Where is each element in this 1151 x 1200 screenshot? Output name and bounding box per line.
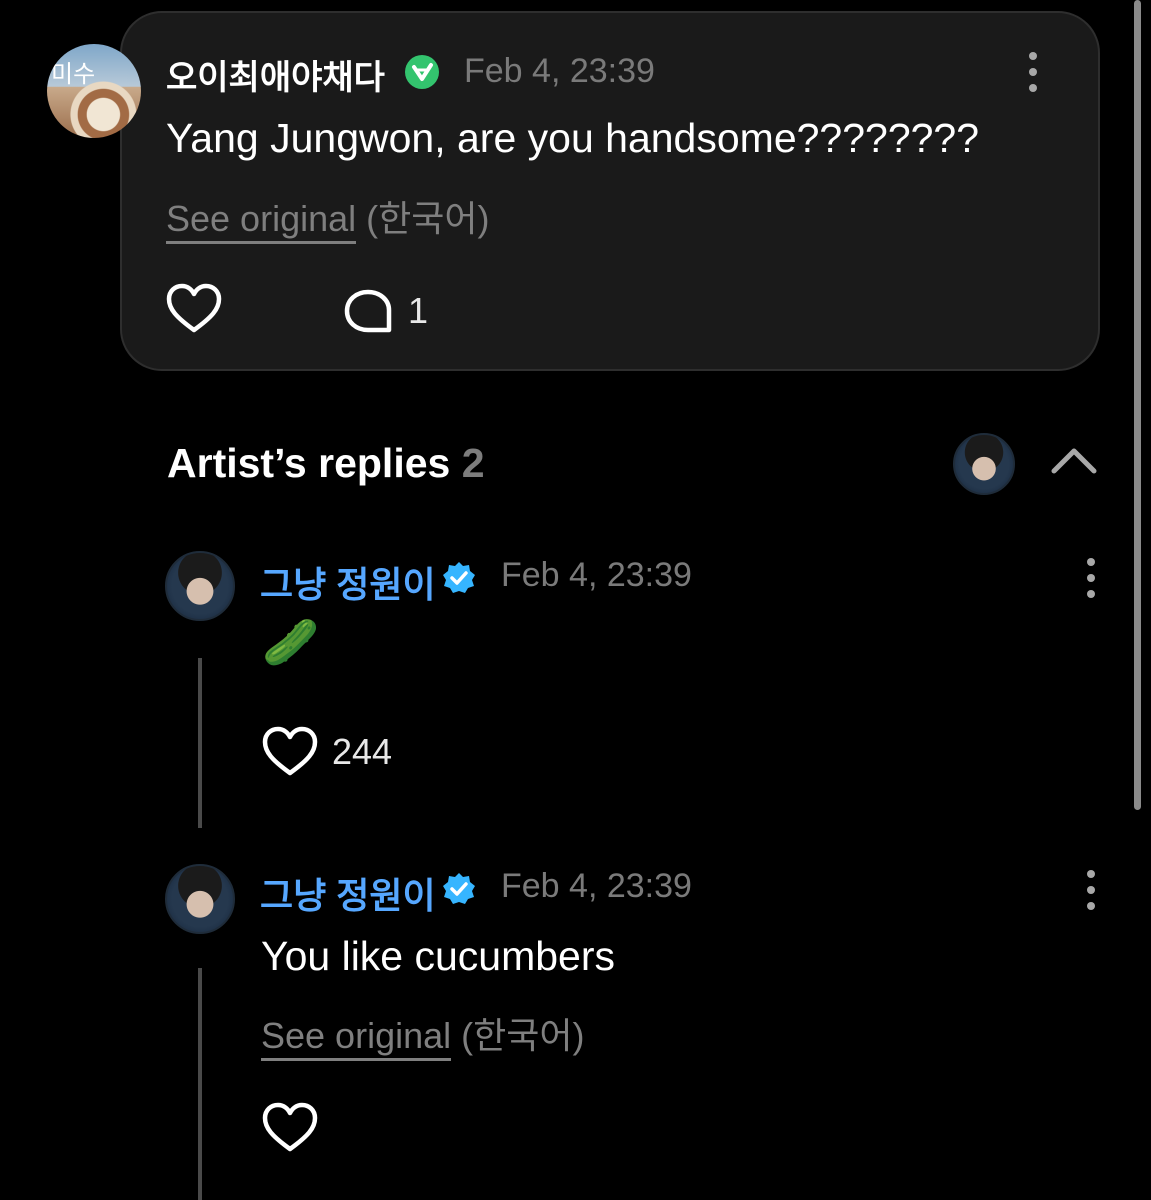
reply-avatar[interactable] xyxy=(165,864,235,934)
see-original-link[interactable]: See original xyxy=(166,198,357,244)
chevron-up-icon[interactable] xyxy=(1050,445,1098,475)
thread-line xyxy=(198,968,202,1200)
verified-badge-icon xyxy=(405,55,439,89)
more-options-icon[interactable] xyxy=(1029,52,1039,100)
avatar-text: 미수 xyxy=(51,61,96,88)
comment-text: Yang Jungwon, are you handsome???????? xyxy=(166,115,980,161)
reply-username[interactable]: 그냥 정원이 xyxy=(260,556,436,608)
user-avatar[interactable]: 미수 xyxy=(47,44,141,138)
language-label: (한국어) xyxy=(461,1015,585,1056)
see-original-link[interactable]: See original xyxy=(261,1015,452,1061)
artist-replies-title: Artist’s replies 2 xyxy=(167,440,485,487)
reply-emoji: 🥒 xyxy=(262,616,320,668)
reply-timestamp: Feb 4, 23:39 xyxy=(501,867,692,905)
language-label: (한국어) xyxy=(366,198,490,239)
thread-line xyxy=(198,658,202,828)
like-heart-icon[interactable] xyxy=(262,1102,318,1154)
comment-bubble-icon[interactable] xyxy=(343,288,393,334)
scrollbar[interactable] xyxy=(1134,0,1141,810)
more-options-icon[interactable] xyxy=(1087,558,1097,606)
comment-count: 1 xyxy=(408,290,429,331)
see-original-row: See original (한국어) xyxy=(166,190,490,244)
like-count: 244 xyxy=(332,731,393,772)
see-original-row: See original (한국어) xyxy=(261,1007,585,1061)
reply-timestamp: Feb 4, 23:39 xyxy=(501,556,692,594)
comment-timestamp: Feb 4, 23:39 xyxy=(464,52,655,90)
verified-badge-icon xyxy=(443,873,475,904)
comment-username[interactable]: 오이최애야채다 xyxy=(166,50,385,99)
like-heart-icon[interactable] xyxy=(262,726,318,778)
reply-text: You like cucumbers xyxy=(261,933,616,979)
artist-replies-count: 2 xyxy=(461,440,485,486)
artist-replies-label: Artist’s replies xyxy=(167,440,451,486)
verified-badge-icon xyxy=(443,562,475,593)
artist-avatar-small xyxy=(953,433,1015,495)
like-heart-icon[interactable] xyxy=(166,283,222,335)
more-options-icon[interactable] xyxy=(1087,870,1097,918)
reply-avatar[interactable] xyxy=(165,551,235,621)
reply-username[interactable]: 그냥 정원이 xyxy=(260,867,436,919)
